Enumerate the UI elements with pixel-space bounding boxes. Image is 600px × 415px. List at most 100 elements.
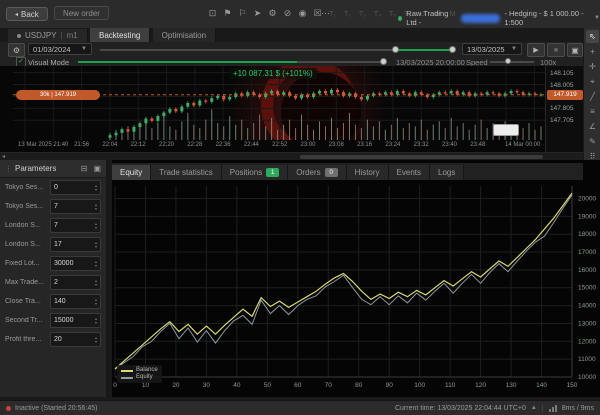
range-slider-thumb-right[interactable] xyxy=(449,46,456,53)
parameter-value: 140 xyxy=(54,298,66,305)
stepper-icon[interactable]: ▴▾ xyxy=(95,222,97,230)
flag-outline-icon[interactable]: ⚐ xyxy=(235,8,250,19)
angle-icon[interactable]: ∠ xyxy=(586,120,599,133)
current-price-badge: 147.919 xyxy=(547,90,583,100)
parameter-input[interactable]: 17▴▾ xyxy=(50,237,101,252)
tab-positions[interactable]: Positions1 xyxy=(222,165,288,180)
time-tick: 23:08 xyxy=(329,142,344,148)
stepper-icon[interactable]: ▴▾ xyxy=(95,298,97,306)
speed-slider[interactable] xyxy=(490,61,534,63)
parameter-value: 2 xyxy=(54,279,58,286)
playback-progress-done[interactable] xyxy=(78,61,297,63)
time-axis[interactable]: 14 Mar 00:00 13 Mar 2025 21:4021:5622:04… xyxy=(0,140,583,152)
count-badge: 1 xyxy=(266,168,279,177)
tool-t3-icon[interactable]: T₃ xyxy=(355,11,370,18)
tabstrip: USDJPY|m1 Backtesting Optimisation xyxy=(0,28,600,42)
play-icon: ▶ xyxy=(533,46,538,54)
account-number-redacted xyxy=(461,14,500,23)
account-selector[interactable]: Raw Trading Ltd - - Hedging - $ 1 000.00… xyxy=(398,9,600,27)
range-slider-thumb-left[interactable] xyxy=(392,46,399,53)
flag-icon[interactable]: ⚑ xyxy=(220,8,235,19)
tab-backtesting[interactable]: Backtesting xyxy=(90,28,150,42)
svg-text:18000: 18000 xyxy=(578,231,596,238)
new-order-button[interactable]: New order xyxy=(54,6,109,20)
tab-history[interactable]: History xyxy=(347,165,389,180)
parameter-input[interactable]: 20▴▾ xyxy=(50,332,101,347)
settings-icon[interactable]: ⚙ xyxy=(265,8,280,19)
tab-equity[interactable]: Equity xyxy=(112,165,151,180)
stop-button[interactable]: ■ xyxy=(547,43,565,57)
parameter-label: Second Tr... xyxy=(5,317,47,324)
stepper-icon[interactable]: ▴▾ xyxy=(95,260,97,268)
scroll-left-icon[interactable]: ◂ xyxy=(2,153,5,160)
parameters-title: Parameters xyxy=(15,164,75,173)
svg-text:0: 0 xyxy=(113,382,117,389)
parameter-row: London S...7▴▾ xyxy=(0,216,106,235)
to-date-field[interactable]: 13/03/2025▼ xyxy=(462,43,522,55)
playback-thumb[interactable] xyxy=(380,58,387,65)
parameter-row: Tokyo Ses...7▴▾ xyxy=(0,197,106,216)
chart-scrollbar-thumb[interactable] xyxy=(300,155,543,159)
parameter-value: 30000 xyxy=(54,260,73,267)
save-params-icon[interactable]: ▣ xyxy=(93,164,101,173)
cursor-icon[interactable]: ⇖ xyxy=(586,30,599,43)
save-backtest-button[interactable]: ▣ xyxy=(567,43,583,57)
disable-icon[interactable]: ⊘ xyxy=(280,8,295,19)
draw-icon[interactable]: ✎ xyxy=(586,135,599,148)
scrollbar-thumb-marker[interactable] xyxy=(493,124,519,136)
parameter-input[interactable]: 15000▴▾ xyxy=(50,313,101,328)
bot-instance-status[interactable]: Inactive (Started 20:56:45) xyxy=(15,405,98,412)
stepper-icon[interactable]: ▴▾ xyxy=(95,317,97,325)
trendline-icon[interactable]: ╱ xyxy=(586,90,599,103)
backtest-settings-button[interactable]: ⚙ xyxy=(8,43,25,57)
tool-t4-icon[interactable]: T₄ xyxy=(370,11,385,18)
svg-text:110: 110 xyxy=(445,382,456,389)
chart-window-icon[interactable]: ⊡ xyxy=(205,8,220,19)
target-icon[interactable]: ⌖ xyxy=(586,75,599,88)
parameter-input[interactable]: 0 ▴▾ xyxy=(50,180,101,195)
drag-grip-icon[interactable]: ⋮ xyxy=(5,165,12,173)
parameter-input[interactable]: 7▴▾ xyxy=(50,218,101,233)
chevron-left-icon: ◂ xyxy=(15,11,18,18)
channel-icon[interactable]: ≡ xyxy=(586,105,599,118)
move-icon[interactable]: ✛ xyxy=(586,60,599,73)
playback-progress-rest[interactable] xyxy=(297,61,380,63)
position-marker[interactable]: 30k | 147.919 xyxy=(16,90,100,100)
tab-logs[interactable]: Logs xyxy=(430,165,464,180)
parameter-input[interactable]: 30000 ▴▾ xyxy=(50,256,101,271)
tab-events[interactable]: Events xyxy=(389,165,430,180)
from-date-field[interactable]: 01/03/2024▼ xyxy=(28,43,92,55)
tab-label: Logs xyxy=(438,168,455,177)
stepper-icon[interactable]: ▴▾ xyxy=(95,203,97,211)
chevron-up-icon[interactable]: ▲ xyxy=(531,405,537,411)
parameter-input[interactable]: 140 ▴▾ xyxy=(50,294,101,309)
candlestick-plot[interactable]: +10 087.31 $ (+101%) 30k | 147.919 xyxy=(13,66,545,140)
stepper-icon[interactable]: ▴▾ xyxy=(95,336,97,344)
play-button[interactable]: ▶ xyxy=(527,43,545,57)
pointer-icon[interactable]: ➤ xyxy=(250,8,265,19)
parameter-value: 0 xyxy=(54,184,58,191)
time-tick: 23:00 xyxy=(300,142,315,148)
tab-optimisation[interactable]: Optimisation xyxy=(153,28,216,42)
parameter-input[interactable]: 7▴▾ xyxy=(50,199,101,214)
svg-text:60: 60 xyxy=(294,382,302,389)
back-button[interactable]: ◂Back xyxy=(6,7,48,21)
stepper-icon[interactable]: ▴▾ xyxy=(95,184,97,192)
gear-icon: ⚙ xyxy=(13,46,20,55)
watch-icon[interactable]: ◉ xyxy=(295,8,310,19)
overflow-icon[interactable]: ⋯ xyxy=(318,8,333,19)
stepper-icon[interactable]: ▴▾ xyxy=(95,241,97,249)
tab-orders[interactable]: Orders0 xyxy=(288,165,346,180)
parameter-input[interactable]: 2 ▴▾ xyxy=(50,275,101,290)
status-bar: Inactive (Started 20:56:45) Current time… xyxy=(0,400,600,415)
tab-trade-statistics[interactable]: Trade statistics xyxy=(151,165,222,180)
svg-text:140: 140 xyxy=(536,382,547,389)
export-icon[interactable]: ⊟ xyxy=(81,164,88,173)
speed-thumb[interactable] xyxy=(505,58,511,64)
chevron-down-icon: ▼ xyxy=(81,46,87,52)
crosshair-icon[interactable]: + xyxy=(586,45,599,58)
latency-label: 8ms / 9ms xyxy=(562,405,594,412)
stepper-icon[interactable]: ▴▾ xyxy=(95,279,97,287)
tool-t2-icon[interactable]: T₂ xyxy=(340,11,355,18)
tab-instrument-usdjpy[interactable]: USDJPY|m1 xyxy=(8,29,88,43)
